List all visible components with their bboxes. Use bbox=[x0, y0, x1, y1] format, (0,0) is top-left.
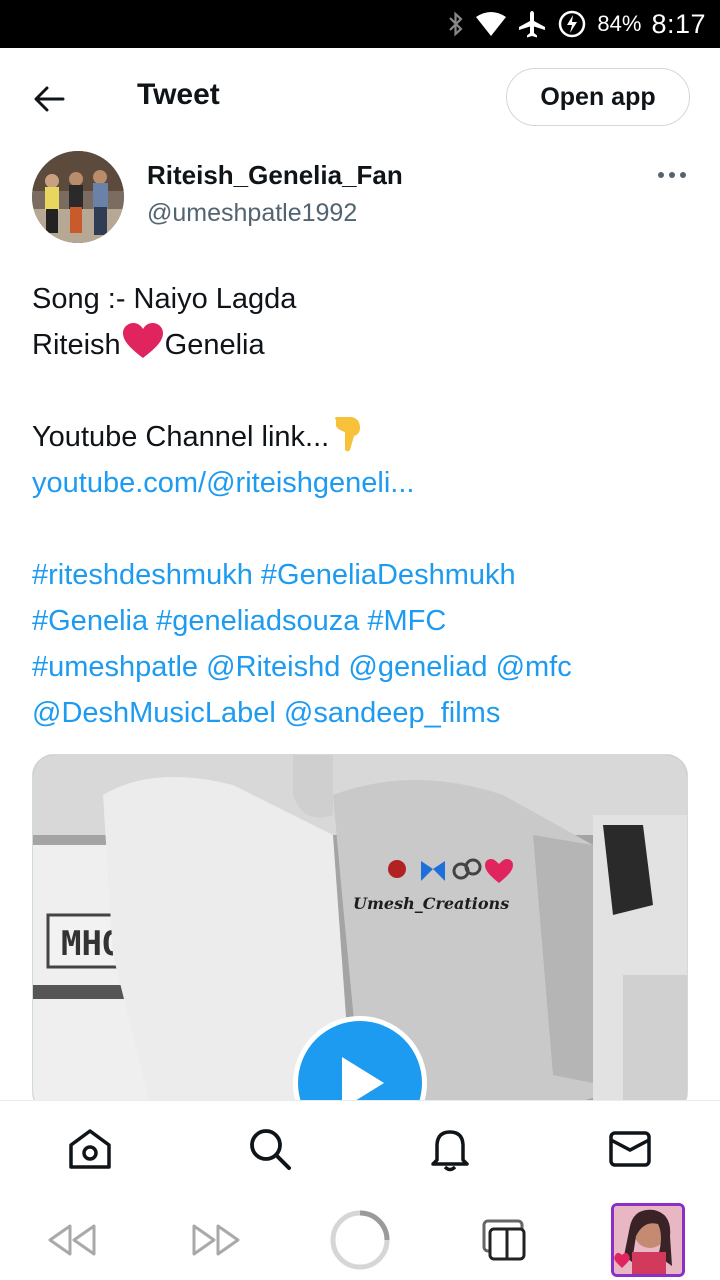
author-handle[interactable]: @umeshpatle1992 bbox=[147, 199, 357, 228]
mention-link[interactable]: @sandeep_films bbox=[284, 697, 500, 729]
hashtag-link[interactable]: #GeneliaDeshmukh bbox=[261, 559, 516, 591]
messages-icon bbox=[609, 1131, 651, 1167]
browser-tabs-button[interactable] bbox=[476, 1208, 532, 1272]
browser-back-button[interactable] bbox=[44, 1208, 100, 1272]
tags-line-1: #riteshdeshmukh #GeneliaDeshmukh bbox=[32, 552, 692, 598]
channel-text: Youtube Channel link... bbox=[32, 421, 330, 453]
song-line: Song :- Naiyo Lagda bbox=[32, 283, 297, 315]
notifications-icon bbox=[431, 1130, 469, 1172]
mention-link[interactable]: @geneliad bbox=[348, 651, 487, 683]
tags-line-4: @DeshMusicLabel @sandeep_films bbox=[32, 690, 692, 736]
tags-line-2: #Genelia #geneliadsouza #MFC bbox=[32, 598, 692, 644]
hashtag-link[interactable]: #geneliadsouza bbox=[156, 605, 359, 637]
back-button[interactable] bbox=[26, 76, 72, 122]
hashtag-link[interactable]: #Genelia bbox=[32, 605, 148, 637]
youtube-link[interactable]: youtube.com/@riteishgeneli... bbox=[32, 460, 692, 506]
airplane-mode-icon bbox=[519, 11, 546, 38]
rewind-icon bbox=[48, 1224, 96, 1256]
back-arrow-icon bbox=[34, 86, 65, 112]
browser-forward-button[interactable] bbox=[188, 1208, 244, 1272]
tab-search[interactable] bbox=[246, 1125, 294, 1173]
status-bar: 84% 8:17 bbox=[0, 0, 720, 48]
tags-line-3: #umeshpatle @Riteishd @geneliad @mfc bbox=[32, 644, 692, 690]
avatar[interactable] bbox=[32, 151, 124, 243]
names-line: Riteish Genelia bbox=[32, 322, 692, 368]
name-right: Genelia bbox=[164, 329, 265, 361]
tweet-header: Tweet Open app bbox=[0, 48, 720, 146]
browser-profile-thumbnail[interactable] bbox=[611, 1203, 685, 1277]
fast-forward-icon bbox=[192, 1224, 240, 1256]
author-name[interactable]: Riteish_Genelia_Fan bbox=[147, 160, 403, 191]
loading-spinner-icon bbox=[330, 1210, 390, 1270]
mention-link[interactable]: @mfc bbox=[496, 651, 572, 683]
tweet-text: Song :- Naiyo Lagda Riteish Genelia Youtu… bbox=[32, 276, 692, 736]
open-app-button[interactable]: Open app bbox=[506, 68, 690, 126]
tab-messages[interactable] bbox=[606, 1125, 654, 1173]
bluetooth-icon bbox=[449, 11, 463, 37]
more-dots-icon bbox=[658, 172, 686, 178]
channel-line: Youtube Channel link... bbox=[32, 414, 692, 460]
search-icon bbox=[250, 1129, 291, 1170]
hashtag-link[interactable]: #umeshpatle bbox=[32, 651, 198, 683]
more-options-button[interactable] bbox=[650, 160, 694, 190]
hashtag-link[interactable]: #riteshdeshmukh bbox=[32, 559, 253, 591]
watermark-text: Umesh_Creations bbox=[353, 894, 510, 913]
tab-home[interactable] bbox=[66, 1125, 114, 1173]
clock: 8:17 bbox=[651, 8, 706, 39]
battery-saver-icon bbox=[559, 10, 586, 38]
battery-percentage: 84% bbox=[597, 11, 642, 36]
tabs-icon bbox=[482, 1219, 526, 1261]
mention-link[interactable]: @DeshMusicLabel bbox=[32, 697, 276, 729]
mention-link[interactable]: @Riteishd bbox=[206, 651, 340, 683]
wifi-icon bbox=[476, 12, 507, 36]
watermark-emojis bbox=[388, 858, 513, 883]
browser-reload-button[interactable] bbox=[328, 1208, 392, 1272]
name-left: Riteish bbox=[32, 329, 121, 361]
pointing-down-icon bbox=[335, 417, 361, 452]
page-title: Tweet bbox=[137, 78, 220, 111]
home-icon bbox=[69, 1129, 111, 1169]
red-heart-icon bbox=[122, 323, 163, 358]
hashtag-link[interactable]: #MFC bbox=[367, 605, 446, 637]
bottom-tab-bar bbox=[0, 1100, 720, 1200]
tab-notifications[interactable] bbox=[426, 1125, 474, 1173]
